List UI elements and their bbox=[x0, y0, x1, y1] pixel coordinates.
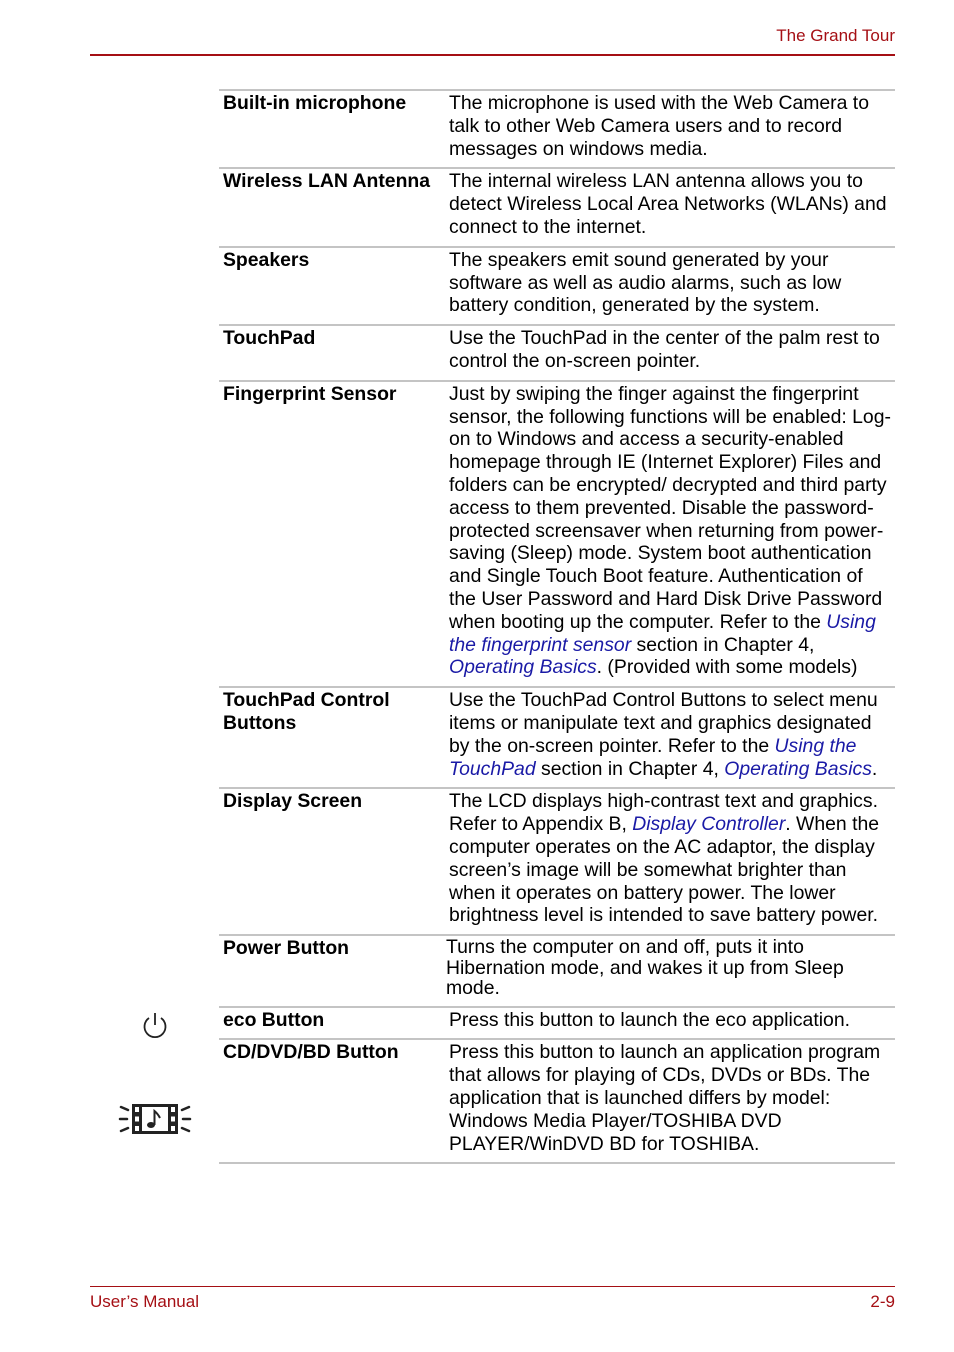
cross-reference-link[interactable]: Display Controller bbox=[632, 813, 785, 835]
footer-manual-title: User’s Manual bbox=[90, 1292, 199, 1311]
component-name: TouchPad Control Buttons bbox=[223, 689, 390, 734]
description-text: The speakers emit sound generated by you… bbox=[449, 248, 842, 317]
component-description: The internal wireless LAN antenna allows… bbox=[445, 168, 895, 246]
table-row: Built-in microphone The microphone is use… bbox=[219, 90, 895, 168]
table-row: Display Screen The LCD displays high-cont… bbox=[219, 788, 895, 935]
description-text: . bbox=[871, 757, 878, 780]
component-description: Turns the computer on and off, puts it i… bbox=[445, 935, 895, 1007]
component-description: The speakers emit sound generated by you… bbox=[445, 247, 895, 325]
component-description: Use the TouchPad Control Buttons to sele… bbox=[445, 687, 895, 788]
table-row: TouchPad Control Buttons Use the TouchPad… bbox=[219, 687, 895, 788]
component-description: The LCD displays high-contrast text and … bbox=[445, 788, 895, 935]
description-text: section in Chapter 4, bbox=[535, 757, 725, 780]
table-row: Speakers The speakers emit sound generate… bbox=[219, 246, 895, 325]
description-text: Turns the computer on and off, puts it i… bbox=[446, 936, 844, 1000]
table-row: Power Button Turns the computer on and of… bbox=[219, 935, 895, 1007]
component-name: Fingerprint Sensor bbox=[223, 382, 397, 405]
component-description: Press this button to launch the eco appl… bbox=[445, 1007, 895, 1040]
cross-reference-link[interactable]: Operating Basics bbox=[449, 656, 597, 678]
header-title: The Grand Tour bbox=[776, 26, 895, 45]
description-text: Press this button to launch an applicati… bbox=[449, 1041, 881, 1155]
component-name: Power Button bbox=[223, 937, 350, 960]
component-description: The microphone is used with the Web Came… bbox=[445, 90, 895, 168]
component-description: Just by swiping the finger against the f… bbox=[445, 381, 895, 687]
table-row: CD/DVD/BD Button Press this button to lau… bbox=[219, 1039, 895, 1164]
footer-divider bbox=[90, 1286, 895, 1287]
component-name: Built-in microphone bbox=[223, 92, 407, 114]
component-description: Use the TouchPad in the center of the pa… bbox=[445, 325, 895, 381]
component-table: Built-in microphone The microphone is use… bbox=[219, 89, 895, 1164]
description-text: section in Chapter 4, bbox=[631, 633, 815, 656]
cd-dvd-media-icon bbox=[118, 1101, 192, 1137]
component-name: Display Screen bbox=[223, 790, 363, 813]
component-description: Press this button to launch an applicati… bbox=[445, 1039, 895, 1163]
header-divider bbox=[90, 54, 895, 56]
description-text: Use the TouchPad in the center of the pa… bbox=[449, 327, 880, 372]
table-row: Wireless LAN Antenna The internal wireles… bbox=[219, 168, 895, 246]
component-name: TouchPad bbox=[223, 327, 316, 350]
description-text: Press this button to launch the eco appl… bbox=[449, 1008, 850, 1031]
description-text: The microphone is used with the Web Came… bbox=[449, 92, 869, 160]
cross-reference-link[interactable]: Operating Basics bbox=[724, 758, 872, 780]
power-icon bbox=[140, 1010, 170, 1040]
description-text: The internal wireless LAN antenna allows… bbox=[449, 170, 887, 238]
page-number: 2-9 bbox=[870, 1292, 895, 1311]
table-row: eco Button Press this button to launch th… bbox=[219, 1006, 895, 1040]
description-text: Just by swiping the finger against the f… bbox=[449, 382, 891, 633]
component-name: Wireless LAN Antenna bbox=[223, 170, 431, 193]
table-row: Fingerprint Sensor Just by swiping the fi… bbox=[219, 380, 895, 687]
table-row: TouchPad Use the TouchPad in the center o… bbox=[219, 325, 895, 381]
component-name: Speakers bbox=[223, 248, 310, 271]
description-text: . (Provided with some models) bbox=[596, 656, 858, 679]
component-name: CD/DVD/BD Button bbox=[223, 1041, 399, 1064]
component-name: eco Button bbox=[223, 1008, 325, 1031]
